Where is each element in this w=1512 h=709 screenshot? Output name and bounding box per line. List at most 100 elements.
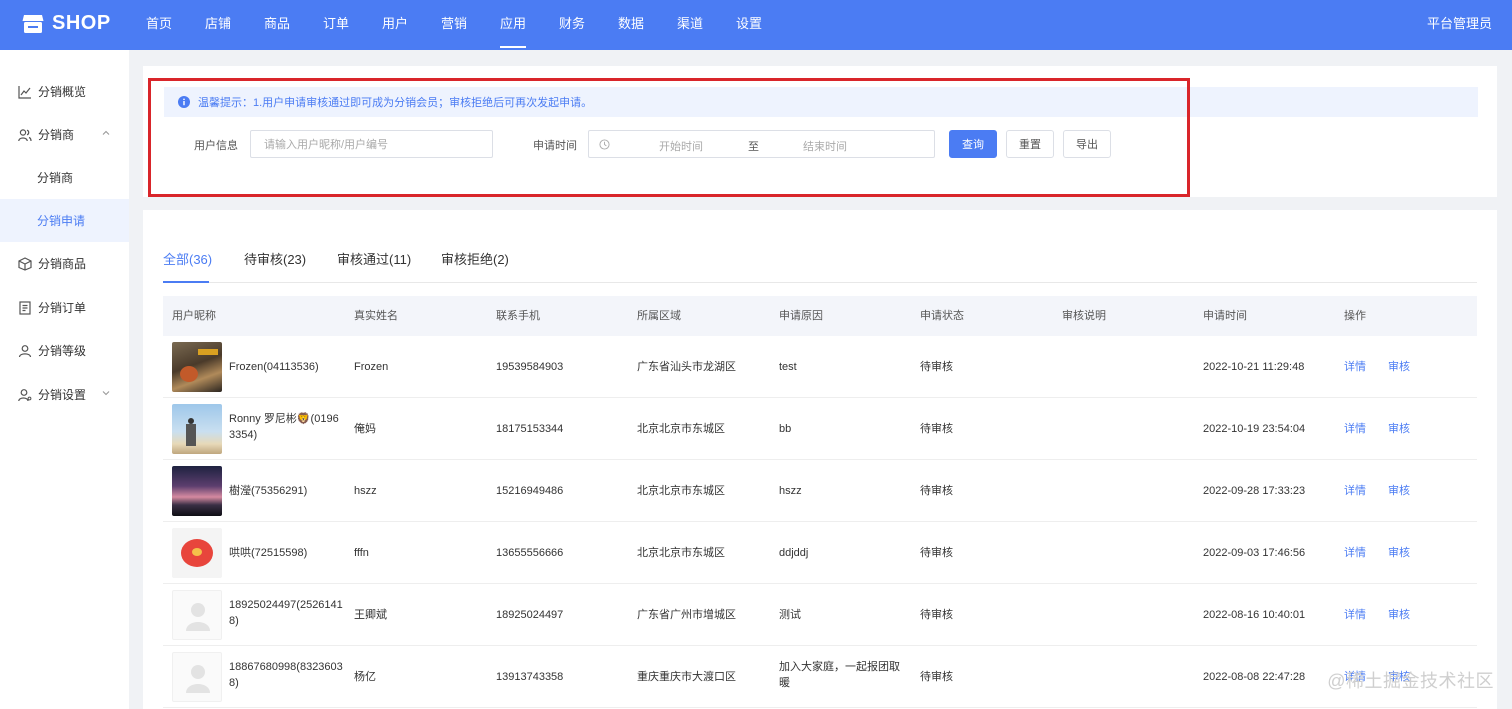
- col-status: 申请状态: [920, 310, 964, 322]
- nav-data[interactable]: 数据: [618, 0, 644, 50]
- table-row: Ronny 罗尼彬🦁(0196 3354) 俺妈 18175153344 北京北…: [163, 398, 1477, 460]
- nav-settings[interactable]: 设置: [736, 0, 762, 50]
- nav-marketing[interactable]: 营销: [441, 0, 467, 50]
- box-icon: [18, 256, 32, 271]
- status: 待审核: [920, 485, 953, 497]
- audit-link[interactable]: 审核: [1388, 483, 1410, 499]
- col-reason: 申请原因: [779, 310, 823, 322]
- phone: 13655556666: [496, 547, 564, 559]
- sidebar: 分销概览 分销商 分销商 分销申请 分销商品 分销订单 分销等级 分销设置: [0, 50, 129, 709]
- nav-channels[interactable]: 渠道: [677, 0, 703, 50]
- sidebar-item-products[interactable]: 分销商品: [0, 242, 129, 285]
- status: 待审核: [920, 547, 953, 559]
- reason-line1: ddjddj: [779, 547, 809, 559]
- apply-time: 2022-10-19 23:54:04: [1203, 423, 1306, 435]
- real-name: Frozen: [354, 361, 389, 373]
- tab-rejected[interactable]: 审核拒绝(2): [441, 249, 509, 268]
- start-time-input[interactable]: 开始时间: [659, 138, 703, 154]
- range-separator: 至: [748, 141, 759, 153]
- end-time-input[interactable]: 结束时间: [803, 138, 847, 154]
- avatar: [172, 404, 222, 454]
- detail-link[interactable]: 详情: [1344, 483, 1366, 499]
- sidebar-item-label: 分销申请: [37, 214, 86, 228]
- default-avatar-icon: [186, 603, 210, 631]
- user-info-input[interactable]: 请输入用户昵称/用户编号: [250, 130, 493, 158]
- nickname: Frozen(04113536): [229, 359, 319, 375]
- user-settings-icon: [18, 388, 32, 401]
- col-phone: 联系手机: [496, 310, 540, 322]
- region: 广东省汕头市龙湖区: [637, 361, 736, 373]
- avatar: [172, 590, 222, 640]
- brand-name: SHOP: [52, 12, 111, 34]
- sidebar-item-distributors[interactable]: 分销商: [0, 113, 129, 156]
- detail-link[interactable]: 详情: [1344, 607, 1366, 623]
- phone: 18925024497: [496, 609, 564, 621]
- detail-link[interactable]: 详情: [1344, 545, 1366, 561]
- avatar: [172, 342, 222, 392]
- phone: 18175153344: [496, 423, 564, 435]
- date-range-picker[interactable]: 开始时间 至 结束时间: [588, 130, 935, 158]
- sidebar-item-label: 分销等级: [38, 344, 87, 358]
- apply-time-label: 申请时间: [533, 140, 577, 152]
- export-button[interactable]: 导出: [1063, 130, 1111, 158]
- audit-link[interactable]: 审核: [1388, 545, 1410, 561]
- nickname-line2: 8): [229, 677, 239, 689]
- tab-pending[interactable]: 待审核(23): [244, 249, 306, 268]
- clock-icon: [599, 139, 610, 150]
- apply-time: 2022-08-08 22:47:28: [1203, 671, 1306, 683]
- reason: ddjddj: [779, 545, 808, 561]
- tab-all[interactable]: 全部(36): [163, 249, 212, 268]
- reason: test: [779, 359, 797, 375]
- sidebar-subitem-distributors[interactable]: 分销商: [0, 156, 129, 199]
- sidebar-item-label: 分销设置: [38, 388, 87, 402]
- reason: 加入大家庭，一起报团取 暖: [779, 659, 900, 691]
- tab-divider: [163, 282, 1477, 283]
- detail-link[interactable]: 详情: [1344, 421, 1366, 437]
- chevron-down-icon: [102, 391, 110, 396]
- nav-orders[interactable]: 订单: [323, 0, 349, 50]
- admin-user-menu[interactable]: 平台管理员: [1427, 0, 1492, 48]
- notice-banner: 温馨提示：1.用户申请审核通过即可成为分销会员；审核拒绝后可再次发起申请。: [164, 87, 1478, 117]
- table-row: Frozen(04113536) Frozen 19539584903 广东省汕…: [163, 336, 1477, 398]
- nav-shop[interactable]: 店铺: [205, 0, 231, 50]
- tab-active-indicator: [163, 281, 209, 283]
- sidebar-item-levels[interactable]: 分销等级: [0, 329, 129, 372]
- reset-button[interactable]: 重置: [1006, 130, 1054, 158]
- sidebar-item-label: 分销商: [38, 128, 75, 142]
- reason-line1: hszz: [779, 485, 802, 497]
- reason: hszz: [779, 483, 802, 499]
- chevron-up-icon: [102, 130, 110, 135]
- query-button[interactable]: 查询: [949, 130, 997, 158]
- nav-products[interactable]: 商品: [264, 0, 290, 50]
- status: 待审核: [920, 423, 953, 435]
- nav-finance[interactable]: 财务: [559, 0, 585, 50]
- audit-link[interactable]: 审核: [1388, 359, 1410, 375]
- sidebar-subitem-applications[interactable]: 分销申请: [0, 199, 129, 242]
- audit-link[interactable]: 审核: [1388, 421, 1410, 437]
- real-name: 王卿斌: [354, 609, 387, 621]
- filter-panel: 温馨提示：1.用户申请审核通过即可成为分销会员；审核拒绝后可再次发起申请。 用户…: [143, 66, 1497, 197]
- users-icon: [18, 128, 32, 141]
- reason-line1: bb: [779, 423, 792, 435]
- sidebar-item-settings[interactable]: 分销设置: [0, 373, 129, 416]
- logo[interactable]: SHOP: [22, 12, 111, 35]
- user-info-label: 用户信息: [194, 140, 238, 152]
- nav-users[interactable]: 用户: [382, 0, 408, 50]
- sidebar-item-orders[interactable]: 分销订单: [0, 286, 129, 329]
- nav-home[interactable]: 首页: [146, 0, 172, 50]
- status: 待审核: [920, 671, 953, 683]
- real-name: 俺妈: [354, 423, 376, 435]
- detail-link[interactable]: 详情: [1344, 359, 1366, 375]
- tab-approved[interactable]: 审核通过(11): [337, 249, 411, 268]
- region: 北京北京市东城区: [637, 423, 725, 435]
- nickname-line1: 樹瀅(75356291): [229, 485, 308, 497]
- sidebar-item-overview[interactable]: 分销概览: [0, 70, 129, 113]
- region: 北京北京市东城区: [637, 485, 725, 497]
- region: 广东省广州市增城区: [637, 609, 736, 621]
- table-header: 用户昵称 真实姓名 联系手机 所属区域 申请原因 申请状态 审核说明 申请时间 …: [163, 296, 1477, 336]
- col-region: 所属区域: [637, 310, 681, 322]
- nickname-line1: 18925024497(2526141: [229, 599, 343, 611]
- nav-apps[interactable]: 应用: [500, 0, 527, 50]
- audit-link[interactable]: 审核: [1388, 607, 1410, 623]
- col-apply-time: 申请时间: [1203, 310, 1247, 322]
